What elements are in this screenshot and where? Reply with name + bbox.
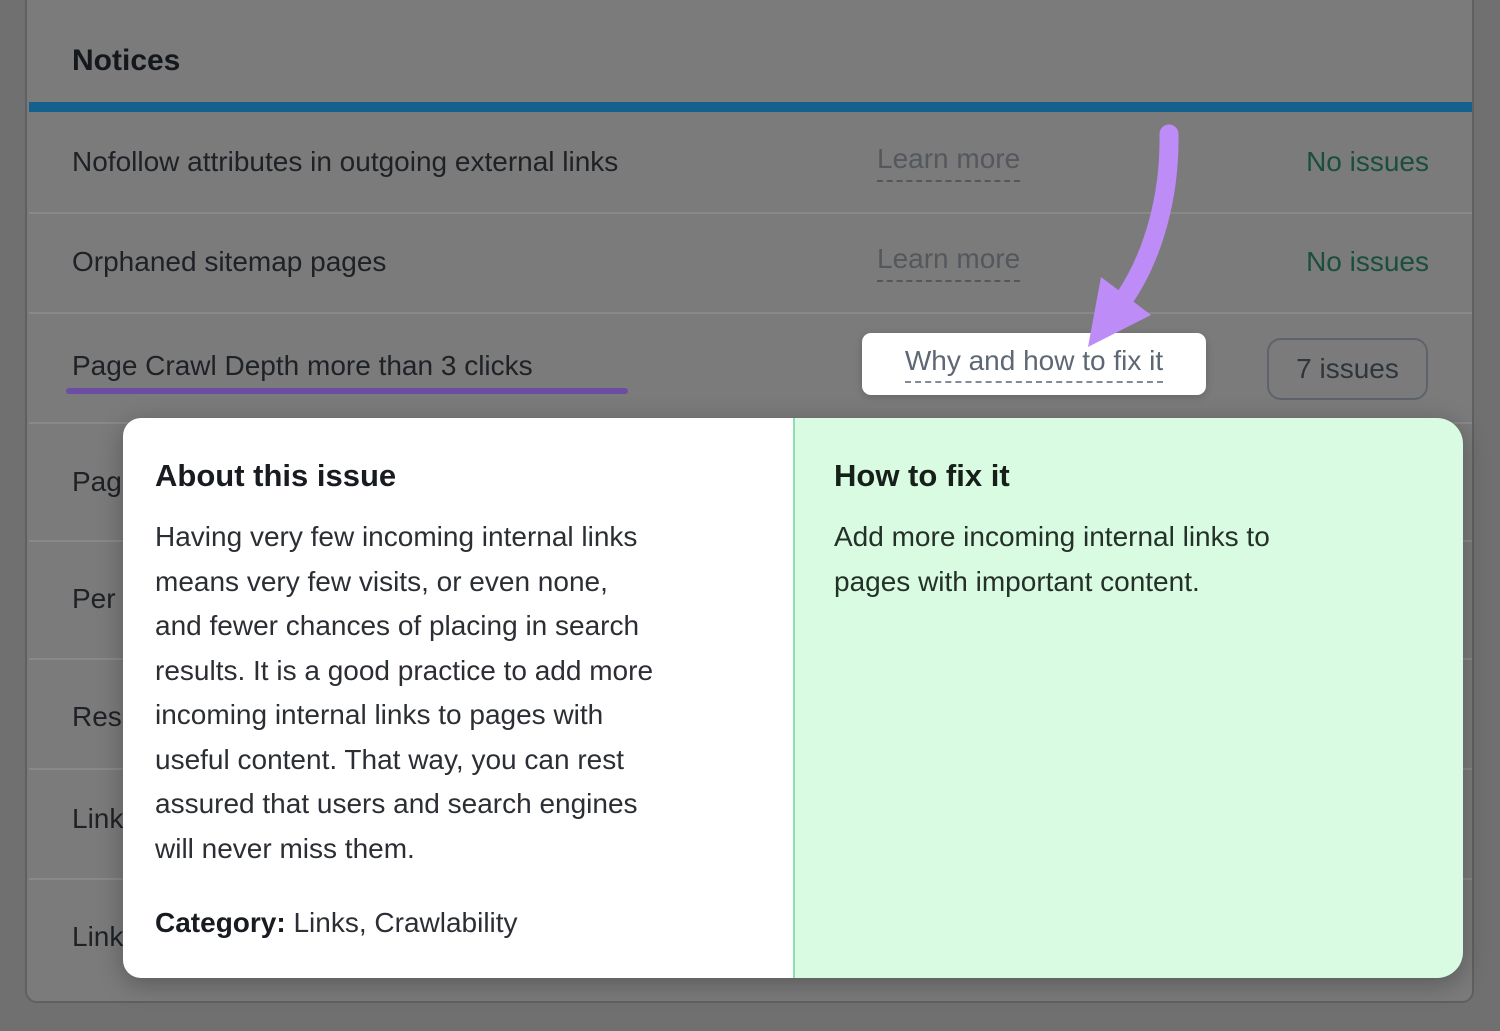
issue-name: Link bbox=[72, 921, 123, 953]
about-title: About this issue bbox=[155, 458, 763, 494]
how-to-fix-panel: How to fix it Add more incoming internal… bbox=[793, 418, 1463, 978]
issue-name: Link bbox=[72, 803, 123, 835]
category-label: Category: bbox=[155, 907, 286, 938]
about-body: Having very few incoming internal links … bbox=[155, 515, 763, 871]
table-row: Orphaned sitemap pages Learn more No iss… bbox=[27, 214, 1476, 310]
issue-name: Page Crawl Depth more than 3 clicks bbox=[72, 350, 533, 382]
issue-name: Orphaned sitemap pages bbox=[72, 246, 386, 278]
fix-body: Add more incoming internal links to page… bbox=[834, 515, 1427, 604]
why-how-to-fix-link[interactable]: Why and how to fix it bbox=[862, 333, 1206, 395]
status-badge: No issues bbox=[1306, 146, 1429, 178]
issue-name: Res bbox=[72, 701, 122, 733]
issue-name: Nofollow attributes in outgoing external… bbox=[72, 146, 618, 178]
table-row: Page Crawl Depth more than 3 clicks bbox=[27, 314, 1476, 418]
category-line: Category: Links, Crawlability bbox=[155, 907, 763, 939]
card-title: Notices bbox=[72, 44, 180, 78]
annotation-underline bbox=[66, 388, 628, 394]
fix-title: How to fix it bbox=[834, 458, 1427, 494]
why-how-to-fix-label: Why and how to fix it bbox=[905, 345, 1163, 383]
issue-details-popup: About this issue Having very few incomin… bbox=[123, 418, 1463, 978]
issues-count-button[interactable]: 7 issues bbox=[1267, 338, 1428, 400]
table-row: Nofollow attributes in outgoing external… bbox=[27, 114, 1476, 210]
issue-name: Pag bbox=[72, 466, 122, 498]
learn-more-link[interactable]: Learn more bbox=[877, 243, 1020, 282]
status-badge: No issues bbox=[1306, 246, 1429, 278]
learn-more-link[interactable]: Learn more bbox=[877, 143, 1020, 182]
issue-name: Per bbox=[72, 583, 116, 615]
about-this-issue-panel: About this issue Having very few incomin… bbox=[123, 418, 793, 978]
category-value: Links, Crawlability bbox=[293, 907, 517, 938]
site-audit-notices-screen: { "colors": { "page_bg": "#707070", "car… bbox=[0, 0, 1500, 1031]
notices-accent-bar bbox=[29, 102, 1472, 112]
